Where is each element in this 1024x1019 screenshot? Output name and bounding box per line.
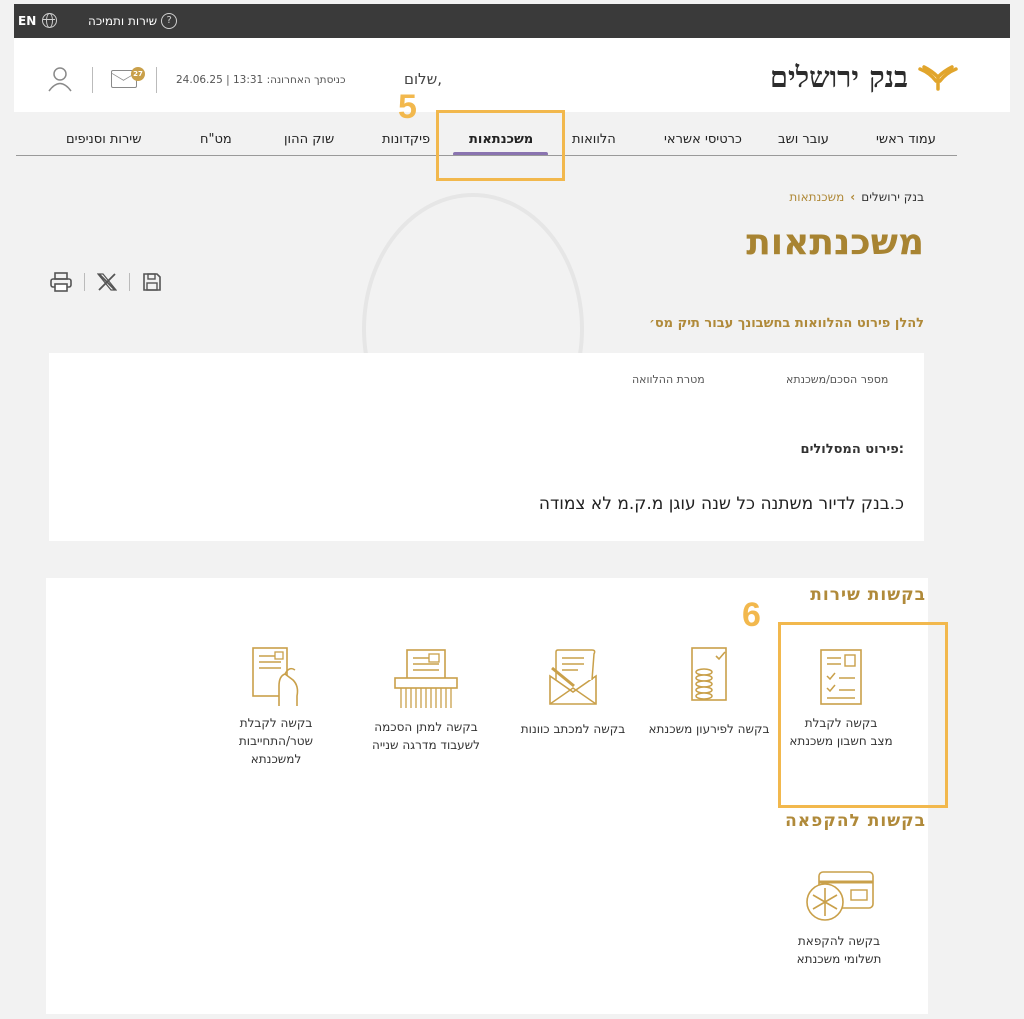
x-share-icon[interactable] [97, 273, 117, 291]
service-item-line: בקשה לקבלת [239, 716, 313, 730]
support-label: שירות ותמיכה [88, 14, 158, 28]
language-switch[interactable]: EN [18, 13, 58, 28]
support-link[interactable]: שירות ותמיכה ? [88, 13, 178, 29]
print-icon[interactable] [50, 272, 72, 292]
annotation-step5: 5 [398, 88, 417, 126]
breadcrumb: בנק ירושלים › משכנתאות [789, 190, 924, 204]
service-item-line: תשלומי משכנתא [796, 952, 882, 966]
nav-item-home[interactable]: עמוד ראשי [876, 132, 936, 147]
user-icon[interactable] [48, 66, 72, 92]
annotation-box-step5 [436, 110, 565, 181]
service-item-letter-of-intent[interactable]: בקשה למכתב כוונות [508, 648, 638, 738]
service-item-line: בקשה להקפאת [797, 934, 881, 948]
page-tools [50, 272, 162, 292]
service-item-line: בקשה למתן הסכמה [374, 720, 478, 734]
hand-document-icon [252, 647, 299, 706]
top-utility-bar: EN שירות ותמיכה ? [14, 4, 1010, 38]
loans-subtitle: להלן פירוט ההלוואות בחשבונך עבור תיק מס׳ [649, 316, 924, 331]
col-agreement: מספר הסכם/משכנתא [786, 373, 889, 386]
annotation-box-step6 [778, 622, 948, 808]
service-item-line: לשעבוד מדרגה שנייה [372, 738, 480, 752]
bank-logo-icon [918, 64, 958, 91]
coins-icon [691, 647, 727, 701]
loan-details-card: מספר הסכם/משכנתא מטרת ההלוואה פירוט המסל… [49, 353, 924, 541]
nav-item-loans[interactable]: הלוואות [572, 132, 616, 147]
nav-item-capital-market[interactable]: שוק ההון [284, 132, 334, 147]
mail-count-badge: 27 [131, 67, 145, 81]
globe-icon [42, 13, 58, 28]
question-icon: ? [161, 13, 178, 29]
last-login: 24.06.25 | 13:31 :כניסתך האחרונה [176, 74, 346, 86]
chevron-left-icon: › [850, 190, 856, 204]
language-label: EN [18, 13, 37, 28]
freeze-requests-title: בקשות להקפאה [785, 811, 926, 831]
divider [129, 273, 130, 291]
service-item-line: בקשה לפירעון משכנתא [648, 722, 770, 736]
greeting: שלום, [404, 70, 442, 88]
nav-item-credit-cards[interactable]: כרטיסי אשראי [664, 132, 742, 147]
routes-label: פירוט המסלולים: [800, 442, 904, 457]
document-shredder-icon [394, 649, 458, 708]
divider [92, 67, 93, 93]
nav-item-checking[interactable]: עובר ושב [778, 132, 829, 147]
bank-logo[interactable]: בנק ירושלים [770, 60, 958, 95]
service-item-line: למשכנתא [250, 752, 302, 766]
card-snowflake-icon [806, 871, 874, 921]
service-item-repayment[interactable]: בקשה לפירעון משכנתא [644, 646, 774, 738]
service-item-line: בקשה למכתב כוונות [520, 722, 626, 736]
header: בנק ירושלים שלום, 24.06.25 | 13:31 :כניס… [14, 38, 1010, 112]
nav-item-forex[interactable]: מט"ח [200, 132, 232, 147]
service-item-lien-consent[interactable]: בקשה למתן הסכמה לשעבוד מדרגה שנייה [356, 648, 496, 754]
page-title: משכנתאות [746, 222, 924, 263]
divider [156, 67, 157, 93]
route-text: כ.בנק לדיור משתנה כל שנה עוגן מ.ק.מ לא צ… [538, 494, 904, 514]
nav-item-branches[interactable]: שירות וסניפים [66, 132, 141, 147]
service-item-line: שטר/התחייבות [238, 734, 314, 748]
service-requests-title: בקשות שירות [810, 585, 926, 605]
breadcrumb-root[interactable]: בנק ירושלים [861, 190, 924, 204]
annotation-step6: 6 [742, 596, 761, 634]
bank-name: בנק ירושלים [769, 60, 908, 94]
divider [84, 273, 85, 291]
nav-item-deposits[interactable]: פיקדונות [382, 132, 430, 147]
col-purpose: מטרת ההלוואה [632, 373, 705, 386]
service-item-freeze-payments[interactable]: בקשה להקפאת תשלומי משכנתא [784, 868, 894, 968]
breadcrumb-current: משכנתאות [789, 190, 845, 204]
service-item-deed[interactable]: בקשה לקבלת שטר/התחייבות למשכנתא [216, 646, 336, 768]
letter-envelope-icon [549, 649, 597, 705]
save-icon[interactable] [142, 272, 162, 292]
